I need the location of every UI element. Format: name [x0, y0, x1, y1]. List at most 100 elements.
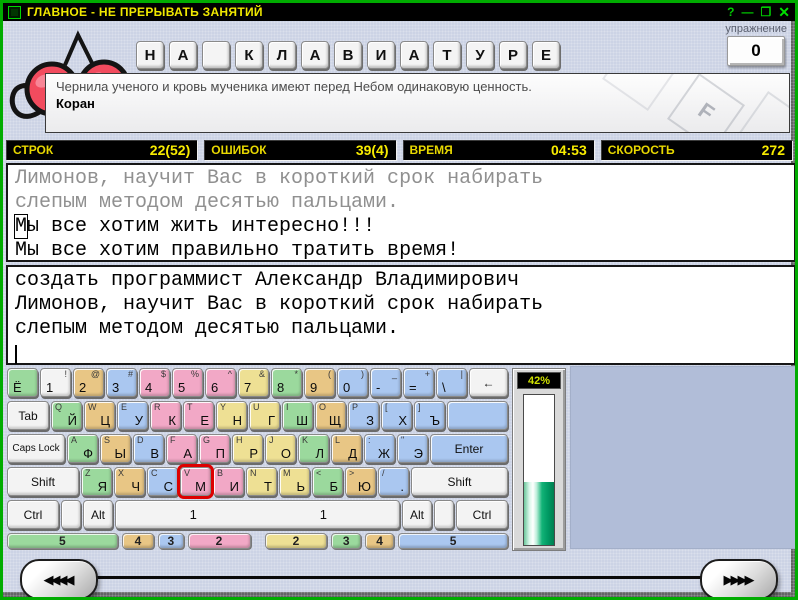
- minimize-icon[interactable]: —: [742, 5, 754, 19]
- quote-text: Чернила ученого и кровь мученика имеют п…: [56, 79, 532, 94]
- key-label: Alt: [409, 507, 424, 522]
- key-ь: MЬ: [279, 467, 310, 496]
- stat-value: 272: [761, 142, 785, 158]
- shift-symbol: ): [361, 369, 364, 379]
- cyrillic-label: Б: [329, 479, 338, 494]
- progress-percent: 42%: [517, 372, 561, 389]
- finger-bar-3: 3: [158, 533, 184, 549]
- cyrillic-label: Ц: [100, 413, 110, 428]
- typed-line-current: [15, 341, 787, 365]
- latin-label: T: [187, 402, 193, 412]
- latin-label: L: [335, 435, 341, 445]
- key-label: 2: [79, 380, 87, 395]
- close-icon[interactable]: ✕: [778, 5, 790, 19]
- key-label: Shift: [447, 474, 472, 489]
- shift-symbol: &: [258, 369, 265, 379]
- latin-label: :: [368, 435, 371, 445]
- key-label: 9: [310, 380, 318, 395]
- typed-line: Лимонов, научит Вас в короткий срок наби…: [15, 293, 544, 316]
- stat-label: ОШИБОК: [211, 143, 267, 157]
- key-и: BИ: [213, 467, 244, 496]
- key-label: Enter: [454, 441, 484, 456]
- key-label: \: [442, 380, 446, 395]
- latin-label: [: [385, 402, 388, 412]
- key-а: FА: [166, 434, 197, 463]
- latin-label: M: [283, 468, 291, 478]
- logo-letter-key: Р: [499, 41, 527, 69]
- latin-label: R: [154, 402, 161, 412]
- latin-label: /: [382, 468, 385, 478]
- key-label: 4: [145, 380, 153, 395]
- restore-icon[interactable]: ❐: [761, 5, 772, 19]
- key-к: RК: [150, 401, 181, 430]
- key-д: LД: [331, 434, 362, 463]
- logo-letter-key: К: [235, 41, 263, 69]
- cyrillic-label: Ч: [131, 479, 140, 494]
- key-з: PЗ: [348, 401, 379, 430]
- key-9: (9: [304, 368, 335, 397]
- key-ctrl-right: Ctrl: [456, 500, 508, 529]
- forward-arrows-icon: ▶▶▶▶: [723, 571, 755, 587]
- shift-symbol: ^: [227, 369, 232, 379]
- exercise-counter[interactable]: 0: [727, 36, 785, 66]
- cyrillic-label: У: [134, 413, 143, 428]
- key-ю: > Ю: [345, 467, 376, 496]
- key-4: $4: [139, 368, 170, 397]
- shift-symbol: +: [424, 369, 430, 379]
- key-label: Caps Lock: [12, 443, 60, 454]
- back-button[interactable]: ◀◀◀◀: [20, 559, 98, 597]
- key-7: & 7: [238, 368, 269, 397]
- key--: _ -: [370, 368, 401, 397]
- key-label: 1: [46, 380, 54, 395]
- key-ctrl-left: Ctrl: [7, 500, 59, 529]
- latin-label: W: [88, 402, 97, 412]
- progress-panel: 42%: [512, 368, 566, 551]
- cyrillic-label: .: [400, 479, 404, 494]
- key-0: ) 0: [337, 368, 368, 397]
- keyboard-row-4: Shift Z Я X Ч C С V М B И N Т M Ь < Б > Ю /. Shift: [7, 464, 508, 499]
- cyrillic-label: Н: [232, 413, 242, 428]
- latin-label: <: [316, 468, 322, 478]
- latin-label: J: [269, 435, 274, 445]
- key-б: < Б: [312, 467, 343, 496]
- latin-label: >: [349, 468, 355, 478]
- quote-source: Коран: [56, 96, 95, 111]
- typed-line: создать программист Александр Владимиров…: [15, 269, 520, 292]
- keyboard-row-2: Tab Q Й W Ц E У R К T Е Y Н U Г I Ш O Щ P З[Х] Ъ: [7, 401, 508, 430]
- key-blank: [434, 500, 454, 529]
- key-ч: XЧ: [114, 467, 145, 496]
- shift-symbol: _: [391, 369, 397, 379]
- shift-symbol: #: [127, 369, 133, 379]
- key-г: UГ: [249, 401, 280, 430]
- forward-button[interactable]: ▶▶▶▶: [700, 559, 778, 597]
- cyrillic-label: Ш: [296, 413, 308, 428]
- help-icon[interactable]: ?: [727, 5, 734, 19]
- shift-symbol: !: [64, 369, 67, 379]
- key-р: HР: [232, 434, 263, 463]
- title-bar: ГЛАВНОЕ - НЕ ПРЕРЫВАТЬ ЗАНЯТИЙ ? — ❐ ✕: [3, 3, 795, 21]
- typed-text-area[interactable]: создать программист Александр Владимиров…: [6, 265, 795, 365]
- cyrillic-label: М: [195, 479, 206, 494]
- key-х: [Х: [381, 401, 412, 430]
- logo-letter-keys: НАКЛАВИАТУРЕ: [136, 41, 560, 69]
- key-о: JО: [265, 434, 296, 463]
- latin-label: D: [137, 435, 144, 445]
- target-line-completed: слепым методом десятью пальцами.: [15, 191, 400, 214]
- key-ф: AФ: [67, 434, 98, 463]
- finger-bar-2: 2: [264, 533, 328, 549]
- header: НАКЛАВИАТУРЕ упражнение 0 F Чернила учен…: [3, 21, 795, 138]
- key-с: CС: [147, 467, 178, 496]
- cyrillic-label: О: [280, 446, 291, 461]
- key-enter-top: [447, 401, 508, 430]
- latin-label: Y: [220, 402, 227, 412]
- stat-panel-3: СКОРОСТЬ 272: [600, 140, 792, 160]
- key-label: Ctrl: [23, 507, 43, 522]
- key-label: 6: [211, 380, 219, 395]
- stat-label: СКОРОСТЬ: [607, 143, 675, 157]
- exercise-label: упражнение: [725, 23, 787, 35]
- key-ш: IШ: [282, 401, 313, 430]
- key-backspace: ←: [469, 368, 508, 397]
- finger-bar-4: 4: [364, 533, 395, 549]
- shift-symbol: @: [90, 369, 100, 379]
- key-label: 7: [244, 380, 252, 395]
